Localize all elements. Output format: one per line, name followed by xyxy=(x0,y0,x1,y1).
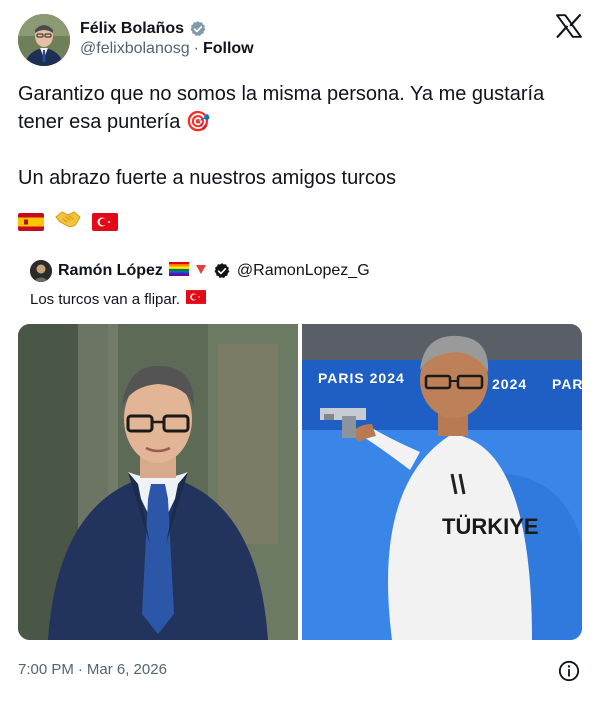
shirt-text: TÜRKIYE xyxy=(442,514,539,539)
author-handle[interactable]: @felixbolanosg xyxy=(80,40,190,58)
tweet-emoji-row xyxy=(18,208,118,235)
turkey-flag-icon xyxy=(92,212,118,231)
photo-olympic-shooter[interactable]: PARIS 2024 2024 PAR TÜRKIYE xyxy=(302,324,582,640)
tweet-line-2: Un abrazo fuerte a nuestros amigos turco… xyxy=(18,167,396,189)
tweet-timestamp[interactable]: 7:00 PM · Mar 6, 2026 xyxy=(18,661,167,678)
photo-man-in-suit[interactable] xyxy=(18,324,298,640)
quoted-media[interactable]: PARIS 2024 2024 PAR TÜRKIYE xyxy=(18,324,582,640)
banner-text-1: PARIS 2024 xyxy=(318,370,405,386)
spain-flag-icon xyxy=(18,212,44,231)
author-handle-row: @felixbolanosg · Follow xyxy=(80,40,254,58)
quoted-verified-icon xyxy=(214,263,230,279)
turkey-flag-small-icon xyxy=(186,290,207,308)
quoted-handle[interactable]: @RamonLopez_G xyxy=(237,262,370,280)
handle-separator: · xyxy=(193,40,199,57)
quoted-header: Ramón López @RamonLopez_G xyxy=(30,260,370,282)
quoted-avatar[interactable] xyxy=(30,260,52,282)
verified-badge-icon xyxy=(190,21,206,37)
quoted-name[interactable]: Ramón López xyxy=(58,262,163,280)
banner-text-2: 2024 xyxy=(492,376,528,392)
tweet-date: Mar 6, 2026 xyxy=(86,661,167,678)
tweet-card: Félix Bolaños @felixbolanosg · Follow Ga… xyxy=(0,0,600,701)
info-icon[interactable] xyxy=(558,660,580,682)
quoted-text: Los turcos van a flipar. xyxy=(30,290,181,308)
avatar-image xyxy=(18,14,70,66)
red-triangle-icon xyxy=(195,262,207,280)
timestamp-separator: · xyxy=(77,661,83,678)
tweet-time: 7:00 PM xyxy=(18,661,74,678)
follow-button[interactable]: Follow xyxy=(203,40,254,58)
author-avatar[interactable] xyxy=(18,14,70,66)
quoted-tweet[interactable]: Ramón López @RamonLopez_G Los turcos van… xyxy=(18,252,582,640)
x-logo-icon[interactable] xyxy=(556,14,582,38)
rainbow-flag-icon xyxy=(168,261,189,281)
tweet-line-1: Garantizo que no somos la misma persona.… xyxy=(18,83,545,133)
author-name-row: Félix Bolaños xyxy=(80,18,207,40)
banner-text-3: PAR xyxy=(552,376,582,392)
author-name[interactable]: Félix Bolaños xyxy=(80,20,184,38)
tweet-text: Garantizo que no somos la misma persona.… xyxy=(18,80,588,192)
quoted-text-row: Los turcos van a flipar. xyxy=(30,290,207,308)
handshake-icon xyxy=(54,208,82,235)
